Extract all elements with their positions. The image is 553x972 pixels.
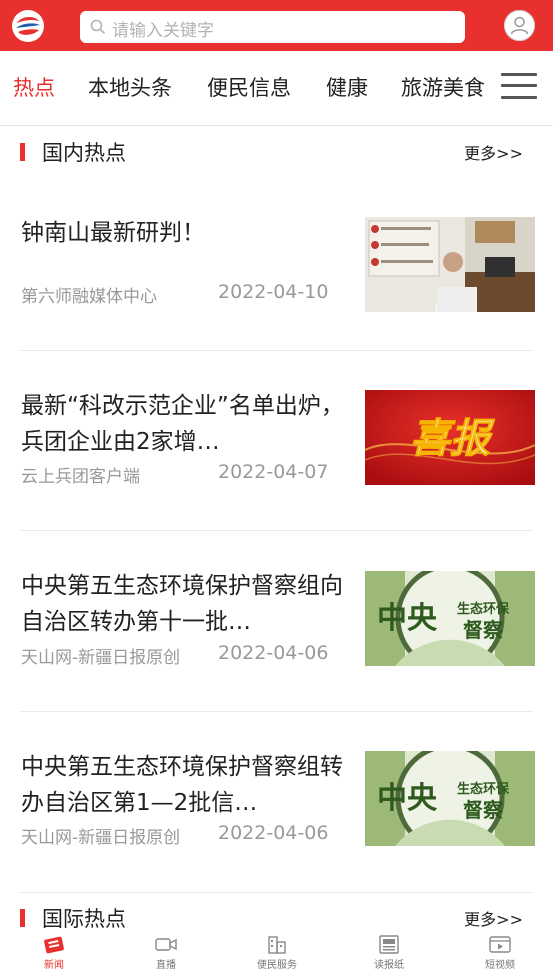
thumbnail-text-top: 生态环保 xyxy=(457,781,510,797)
tab-strip: 热点 本地头条 便民信息 健康 旅游美食 xyxy=(0,51,488,125)
search-icon xyxy=(90,19,106,35)
tab-hot[interactable]: 热点 xyxy=(13,72,55,102)
divider xyxy=(20,530,533,531)
section-marker xyxy=(20,909,25,927)
article-thumbnail: 中央 生态环保 督察 xyxy=(365,571,535,666)
thumbnail-text-main: 中央 xyxy=(377,601,438,636)
article-source: 第六师融媒体中心 xyxy=(21,287,157,307)
article-date: 2022-04-06 xyxy=(218,822,329,844)
tab-travel-food[interactable]: 旅游美食 xyxy=(401,72,485,102)
nav-label: 便民服务 xyxy=(257,960,297,971)
divider xyxy=(20,711,533,712)
nav-live[interactable]: 直播 xyxy=(131,930,201,972)
app-logo-icon[interactable] xyxy=(12,10,44,42)
thumbnail-text: 喜报 xyxy=(410,416,495,462)
article-date: 2022-04-06 xyxy=(218,642,329,664)
video-camera-icon xyxy=(155,938,177,951)
more-link[interactable]: 更多>> xyxy=(464,906,523,930)
thumbnail-text-top: 生态环保 xyxy=(457,601,510,617)
article-headline: 钟南山最新研判！ xyxy=(21,220,205,246)
article-thumbnail: 中央 生态环保 督察 xyxy=(365,751,535,846)
newspaper-icon xyxy=(44,936,64,954)
top-bar: 请输入关键字 xyxy=(0,0,553,51)
nav-services[interactable]: 便民服务 xyxy=(242,930,312,972)
section-marker xyxy=(20,143,25,161)
menu-icon[interactable] xyxy=(501,71,537,101)
nav-label: 短视频 xyxy=(485,960,515,971)
play-video-icon xyxy=(489,936,511,953)
divider xyxy=(20,892,533,893)
section-title: 国内热点 xyxy=(42,141,126,165)
bottom-nav: 新闻 直播 便民服务 读报纸 短视频 xyxy=(0,930,553,972)
nav-label: 直播 xyxy=(156,960,176,971)
category-tabs: 热点 本地头条 便民信息 健康 旅游美食 xyxy=(0,51,553,126)
tab-convenience-info[interactable]: 便民信息 xyxy=(207,72,291,102)
article-headline: 最新“科改示范企业”名单出炉，兵团企业由2家增… xyxy=(21,393,344,455)
article-date: 2022-04-10 xyxy=(218,281,329,303)
nav-news[interactable]: 新闻 xyxy=(19,930,89,972)
article-thumbnail: 喜报 xyxy=(365,390,535,485)
thumbnail-text-main: 中央 xyxy=(377,781,438,816)
buildings-icon xyxy=(268,936,286,954)
section-title: 国际热点 xyxy=(42,907,126,931)
user-avatar-icon[interactable] xyxy=(504,10,535,41)
tab-local-headlines[interactable]: 本地头条 xyxy=(88,72,172,102)
thumbnail-text-bottom: 督察 xyxy=(463,618,504,642)
newspaper-read-icon xyxy=(379,935,399,954)
nav-read-newspaper[interactable]: 读报纸 xyxy=(354,930,424,972)
nav-label: 新闻 xyxy=(44,960,64,971)
article-source: 天山网-新疆日报原创 xyxy=(21,648,181,668)
article-source: 天山网-新疆日报原创 xyxy=(21,828,181,848)
article-date: 2022-04-07 xyxy=(218,461,329,483)
article-source: 云上兵团客户端 xyxy=(21,467,140,487)
section-header-domestic: 国内热点 更多>> xyxy=(0,132,553,172)
article-headline: 中央第五生态环境保护督察组向自治区转办第十一批… xyxy=(21,573,343,635)
nav-short-video[interactable]: 短视频 xyxy=(465,930,535,972)
nav-label: 读报纸 xyxy=(374,960,404,971)
divider xyxy=(20,350,533,351)
search-input[interactable]: 请输入关键字 xyxy=(80,11,465,43)
thumbnail-text-bottom: 督察 xyxy=(463,798,504,822)
article-headline: 中央第五生态环境保护督察组转办自治区第1—2批信… xyxy=(21,754,343,816)
article-thumbnail xyxy=(365,217,535,312)
search-placeholder: 请输入关键字 xyxy=(112,21,214,41)
tab-health[interactable]: 健康 xyxy=(326,72,368,102)
more-link[interactable]: 更多>> xyxy=(464,140,523,164)
